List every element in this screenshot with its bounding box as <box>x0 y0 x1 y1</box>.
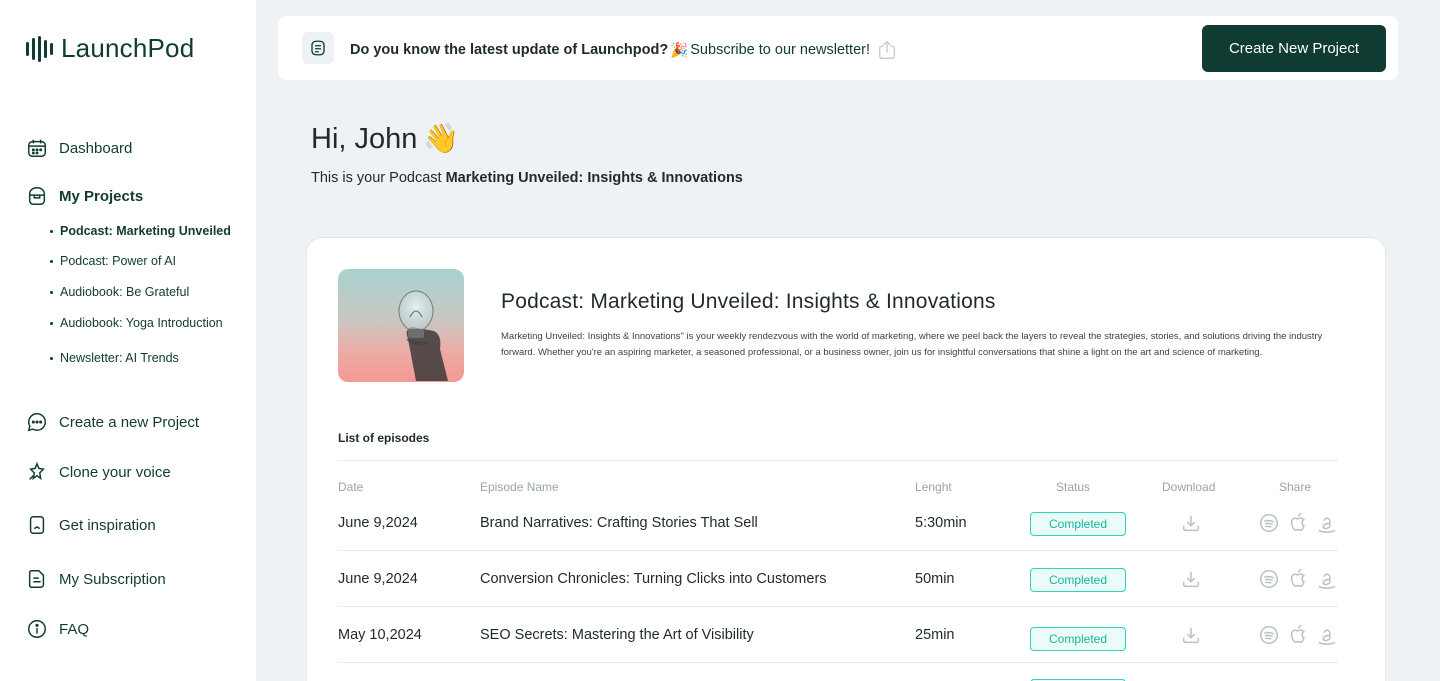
status-badge: Completed <box>1030 512 1126 536</box>
episode-length: 25min <box>915 627 955 643</box>
newsletter-link[interactable]: Subscribe to our newsletter! <box>690 42 870 58</box>
table-row[interactable]: June 9,2024 Conversion Chronicles: Turni… <box>338 551 1338 607</box>
download-icon[interactable] <box>1180 568 1202 590</box>
bullet-icon <box>50 229 53 233</box>
sidebar-item-label: Get inspiration <box>59 516 156 534</box>
subtitle-prefix: This is your Podcast <box>311 170 446 186</box>
logo[interactable]: LaunchPod <box>26 33 194 64</box>
sidebar-item-label: Dashboard <box>59 139 133 157</box>
announcement-bar: Do you know the latest update of Launchp… <box>278 16 1398 80</box>
apple-icon[interactable] <box>1287 622 1309 646</box>
chat-icon <box>27 413 46 432</box>
episode-name[interactable]: Brand Narratives: Crafting Stories That … <box>480 515 758 531</box>
podcast-cover-image <box>338 269 464 382</box>
episode-date: June 9,2024 <box>338 515 418 531</box>
sidebar-item-label: My Subscription <box>59 570 166 588</box>
sidebar-item-clone-voice[interactable]: Clone your voice <box>26 461 171 483</box>
episode-name[interactable]: SEO Secrets: Mastering the Art of Visibi… <box>480 627 754 643</box>
sidebar-item-faq[interactable]: FAQ <box>26 618 89 640</box>
logo-icon <box>26 35 53 62</box>
column-header-length: Lenght <box>915 480 952 494</box>
column-header-status: Status <box>1056 480 1091 494</box>
sidebar-item-label: My Projects <box>59 187 144 205</box>
column-header-download: Download <box>1162 480 1216 494</box>
project-item-marketing-unveiled[interactable]: Podcast: Marketing Unveiled <box>50 224 231 238</box>
party-emoji: 🎉 <box>670 42 689 59</box>
sidebar-item-label: Create a new Project <box>59 413 200 431</box>
sidebar-item-get-inspiration[interactable]: Get inspiration <box>26 514 156 536</box>
folder-icon <box>28 187 46 205</box>
episode-date: June 9,2024 <box>338 571 418 587</box>
calendar-icon <box>28 139 46 157</box>
project-item-yoga-introduction[interactable]: Audiobook: Yoga Introduction <box>50 316 223 330</box>
bookmark-icon <box>29 516 45 534</box>
podcast-description: Marketing Unveiled: Insights & Innovatio… <box>501 331 1323 358</box>
wave-emoji: 👋 <box>423 123 460 155</box>
share-icon[interactable] <box>876 39 898 61</box>
bullet-icon <box>50 321 53 325</box>
project-label: Podcast: Marketing Unveiled <box>60 224 231 238</box>
project-label: Audiobook: Yoga Introduction <box>60 316 223 330</box>
note-icon <box>302 32 334 64</box>
column-header-episode-name: Episode Name <box>480 480 559 494</box>
table-row[interactable]: June 9,2024 Brand Narratives: Crafting S… <box>338 495 1338 551</box>
sidebar-item-label: FAQ <box>59 620 90 638</box>
episode-name[interactable]: Conversion Chronicles: Turning Clicks in… <box>480 571 827 587</box>
greeting-text: Hi, John <box>311 122 418 155</box>
document-icon <box>28 570 45 588</box>
episodes-heading: List of episodes <box>338 431 430 445</box>
bullet-icon <box>50 259 53 263</box>
podcast-card: Podcast: Marketing Unveiled: Insights & … <box>306 237 1386 681</box>
sidebar: LaunchPod Dashboard My Projects Podcast:… <box>0 0 256 681</box>
create-new-project-button[interactable]: Create New Project <box>1202 25 1386 72</box>
project-label: Podcast: Power of AI <box>60 254 177 268</box>
sidebar-item-my-subscription[interactable]: My Subscription <box>26 568 166 590</box>
apple-icon[interactable] <box>1287 510 1309 534</box>
table-row[interactable]: May 10,2024 SEO Secrets: Mastering the A… <box>338 607 1338 663</box>
bullet-icon <box>50 290 53 294</box>
sparkle-icon <box>29 461 45 481</box>
project-item-ai-trends[interactable]: Newsletter: AI Trends <box>50 351 179 365</box>
announcement-bold: Do you know the latest update of Launchp… <box>350 42 669 58</box>
download-icon[interactable] <box>1180 624 1202 646</box>
greeting-subtitle: This is your Podcast Marketing Unveiled:… <box>311 170 743 186</box>
amazon-icon[interactable] <box>1316 512 1338 536</box>
project-item-power-of-ai[interactable]: Podcast: Power of AI <box>50 254 176 268</box>
spotify-icon[interactable] <box>1258 512 1280 534</box>
spotify-icon[interactable] <box>1258 568 1280 590</box>
greeting-title: Hi, John 👋 <box>311 122 460 156</box>
spotify-icon[interactable] <box>1258 624 1280 646</box>
amazon-icon[interactable] <box>1316 624 1338 648</box>
bullet-icon <box>50 356 53 360</box>
amazon-icon[interactable] <box>1316 568 1338 592</box>
info-icon <box>28 620 46 638</box>
column-header-share: Share <box>1279 480 1312 494</box>
project-item-be-grateful[interactable]: Audiobook: Be Grateful <box>50 285 189 299</box>
status-badge: Completed <box>1030 627 1126 651</box>
episode-length: 5:30min <box>915 515 967 531</box>
column-header-date: Date <box>338 480 364 494</box>
sidebar-item-my-projects[interactable]: My Projects <box>26 185 143 207</box>
episode-date: May 10,2024 <box>338 627 422 643</box>
sidebar-item-label: Clone your voice <box>59 463 171 481</box>
download-icon[interactable] <box>1180 512 1202 534</box>
announcement-text: Do you know the latest update of Launchp… <box>350 39 898 61</box>
brand-name: LaunchPod <box>61 33 195 63</box>
podcast-title: Podcast: Marketing Unveiled: Insights & … <box>501 290 996 313</box>
status-badge: Completed <box>1030 568 1126 592</box>
sidebar-item-dashboard[interactable]: Dashboard <box>26 137 132 159</box>
project-label: Newsletter: AI Trends <box>60 351 179 365</box>
subtitle-podcast-name: Marketing Unveiled: Insights & Innovatio… <box>445 170 743 186</box>
project-label: Audiobook: Be Grateful <box>60 285 190 299</box>
episode-length: 50min <box>915 571 955 587</box>
apple-icon[interactable] <box>1287 566 1309 590</box>
sidebar-item-create-project[interactable]: Create a new Project <box>26 411 199 433</box>
divider <box>338 460 1338 461</box>
